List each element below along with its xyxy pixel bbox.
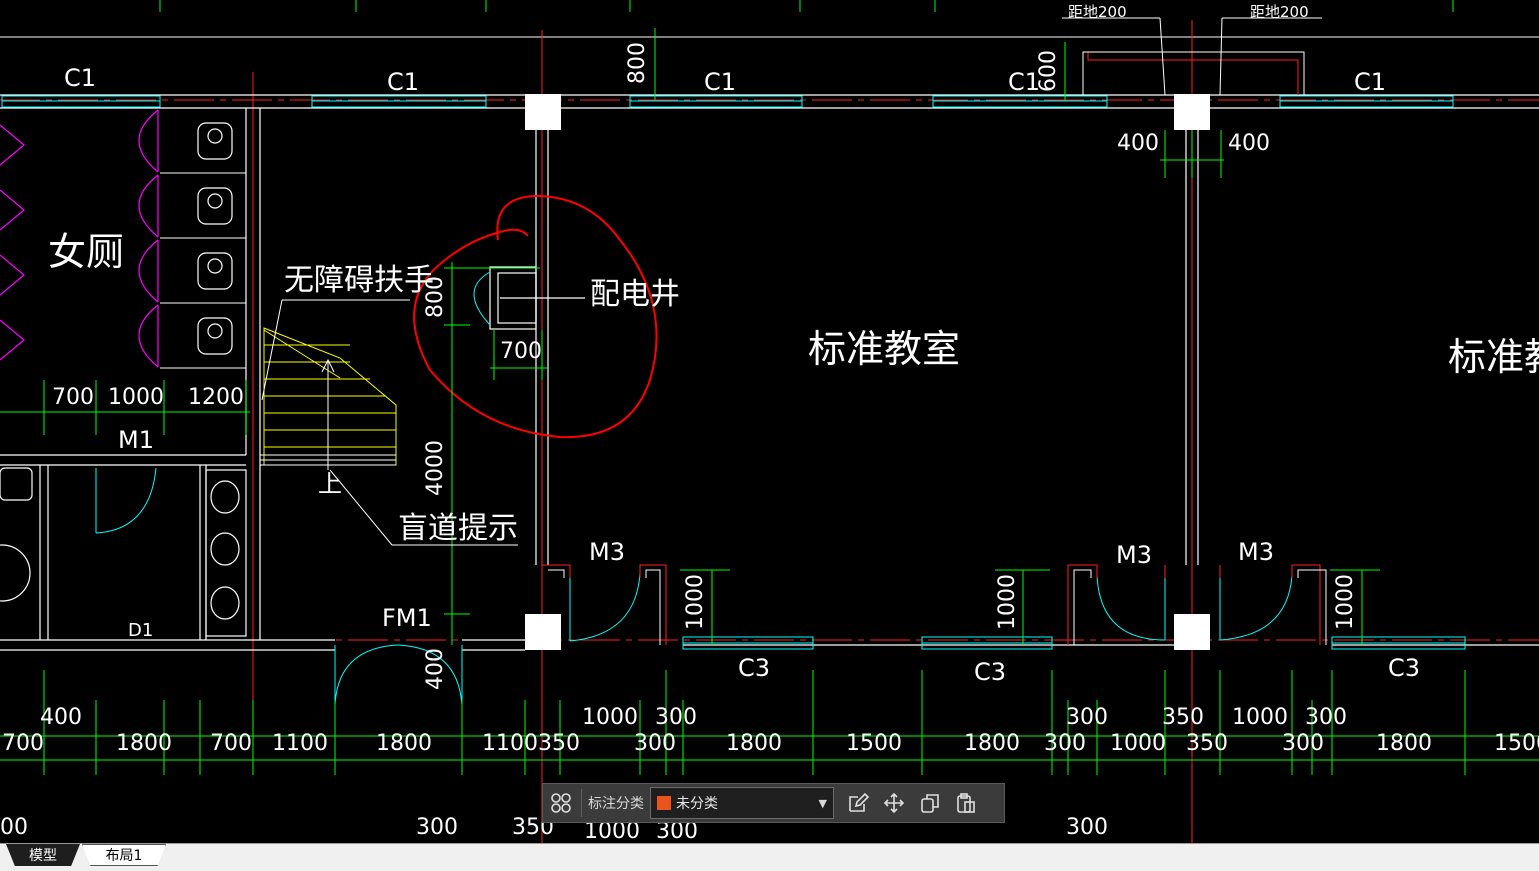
- sill-note-b: 距地200: [1250, 3, 1309, 21]
- dim-text: 300: [1066, 815, 1108, 840]
- category-value: 未分类: [676, 796, 718, 812]
- dim-text: 00: [0, 815, 28, 840]
- dim-text: 4000: [423, 440, 448, 496]
- dim-text: 700: [2, 731, 44, 756]
- dim-text: 1000: [1232, 705, 1288, 730]
- dim-text: 300: [1066, 705, 1108, 730]
- layout-tab-bar: 模型 布局1: [0, 843, 1539, 871]
- shaft-note: 配电井: [590, 277, 680, 312]
- dim-text: 1800: [376, 731, 432, 756]
- dim-text: 800: [625, 42, 650, 84]
- door-tag: M3: [1116, 541, 1152, 569]
- door-tag: FM1: [382, 604, 432, 632]
- toilet-stalls: [160, 172, 246, 369]
- shaft-door-swing: [473, 271, 491, 326]
- category-label: 标注分类: [588, 796, 644, 812]
- dim-text: 300: [634, 731, 676, 756]
- annotation-toolbar: 标注分类 未分类 ▼: [542, 783, 1005, 823]
- window-tag: C1: [704, 68, 736, 96]
- door-tag: D1: [128, 620, 153, 641]
- door-tag: M3: [1238, 538, 1274, 566]
- dim-text: 300: [1305, 705, 1347, 730]
- stair-tread-lines: [260, 358, 396, 470]
- dim-text: 300: [655, 705, 697, 730]
- chevron-down-icon: ▼: [818, 796, 827, 810]
- stair: [263, 327, 397, 466]
- dim-text: 1000: [1333, 574, 1358, 630]
- tab-layout1[interactable]: 布局1: [82, 844, 166, 866]
- dim-text: 350: [538, 731, 580, 756]
- wash-basins: [0, 467, 247, 637]
- toolbar-separator: [581, 789, 582, 817]
- dim-text: 1800: [964, 731, 1020, 756]
- dim-text: 700: [210, 731, 252, 756]
- category-select[interactable]: 未分类 ▼: [650, 787, 834, 819]
- dim-text: 1800: [1376, 731, 1432, 756]
- room-classroom-2: 标准教: [1448, 335, 1539, 379]
- dim-text: 400: [423, 648, 448, 690]
- dim-text: 300: [416, 815, 458, 840]
- tab-model[interactable]: 模型: [6, 844, 80, 866]
- dim-text: 1200: [188, 385, 244, 410]
- dim-text: 1800: [116, 731, 172, 756]
- edit-icon[interactable]: [840, 785, 876, 821]
- dim-text: 1000: [108, 385, 164, 410]
- dim-text: 700: [500, 339, 542, 364]
- window-tag: C1: [1354, 68, 1386, 96]
- room-womens-toilet: 女厕: [48, 230, 124, 274]
- cad-drawing-canvas[interactable]: 女厕 标准教室 标准教 无障碍扶手 配电井 盲道提示 上 距地200 距地200…: [0, 0, 1539, 843]
- electrical-shaft: [489, 266, 585, 330]
- dim-text: 300: [1282, 731, 1324, 756]
- tactile-note: 盲道提示: [398, 511, 518, 546]
- dim-text: 600: [1036, 50, 1061, 92]
- dim-text: 1000: [1110, 731, 1166, 756]
- dim-text: 700: [52, 385, 94, 410]
- grid-icon[interactable]: [543, 785, 579, 821]
- dim-text: 800: [423, 276, 448, 318]
- window-tag: C3: [974, 658, 1006, 686]
- move-icon[interactable]: [876, 785, 912, 821]
- paste-icon[interactable]: [948, 785, 984, 821]
- dim-text: 400: [1228, 131, 1270, 156]
- window-tag: C1: [64, 64, 96, 92]
- door-tag: M3: [589, 538, 625, 566]
- dim-text: 350: [1186, 731, 1228, 756]
- columns: [525, 94, 1210, 650]
- category-color-swatch: [657, 796, 671, 810]
- dim-text: 350: [1162, 705, 1204, 730]
- door-tag: M1: [118, 426, 154, 454]
- dim-text: 400: [40, 705, 82, 730]
- interior-walls: [0, 108, 1539, 651]
- window-tag: C1: [387, 68, 419, 96]
- dim-text: 1000: [582, 705, 638, 730]
- dim-text: 1000: [683, 574, 708, 630]
- sill-note-a: 距地200: [1068, 3, 1127, 21]
- dim-text: 300: [1044, 731, 1086, 756]
- dim-text: 1100: [482, 731, 538, 756]
- markup-circle[interactable]: [413, 194, 658, 439]
- dim-text: 1500: [1494, 731, 1539, 756]
- window-tag: C3: [1388, 654, 1420, 682]
- dim-text: 1500: [846, 731, 902, 756]
- dim-text: 1100: [272, 731, 328, 756]
- top-windows: [1, 95, 1454, 108]
- dim-text: 1000: [995, 574, 1020, 630]
- stair-up-note: 上: [318, 470, 342, 498]
- copy-icon[interactable]: [912, 785, 948, 821]
- handrail-note: 无障碍扶手: [284, 263, 434, 298]
- room-classroom-1: 标准教室: [808, 327, 960, 371]
- dim-text: 1800: [726, 731, 782, 756]
- window-tag: C3: [738, 654, 770, 682]
- dim-text: 400: [1117, 131, 1159, 156]
